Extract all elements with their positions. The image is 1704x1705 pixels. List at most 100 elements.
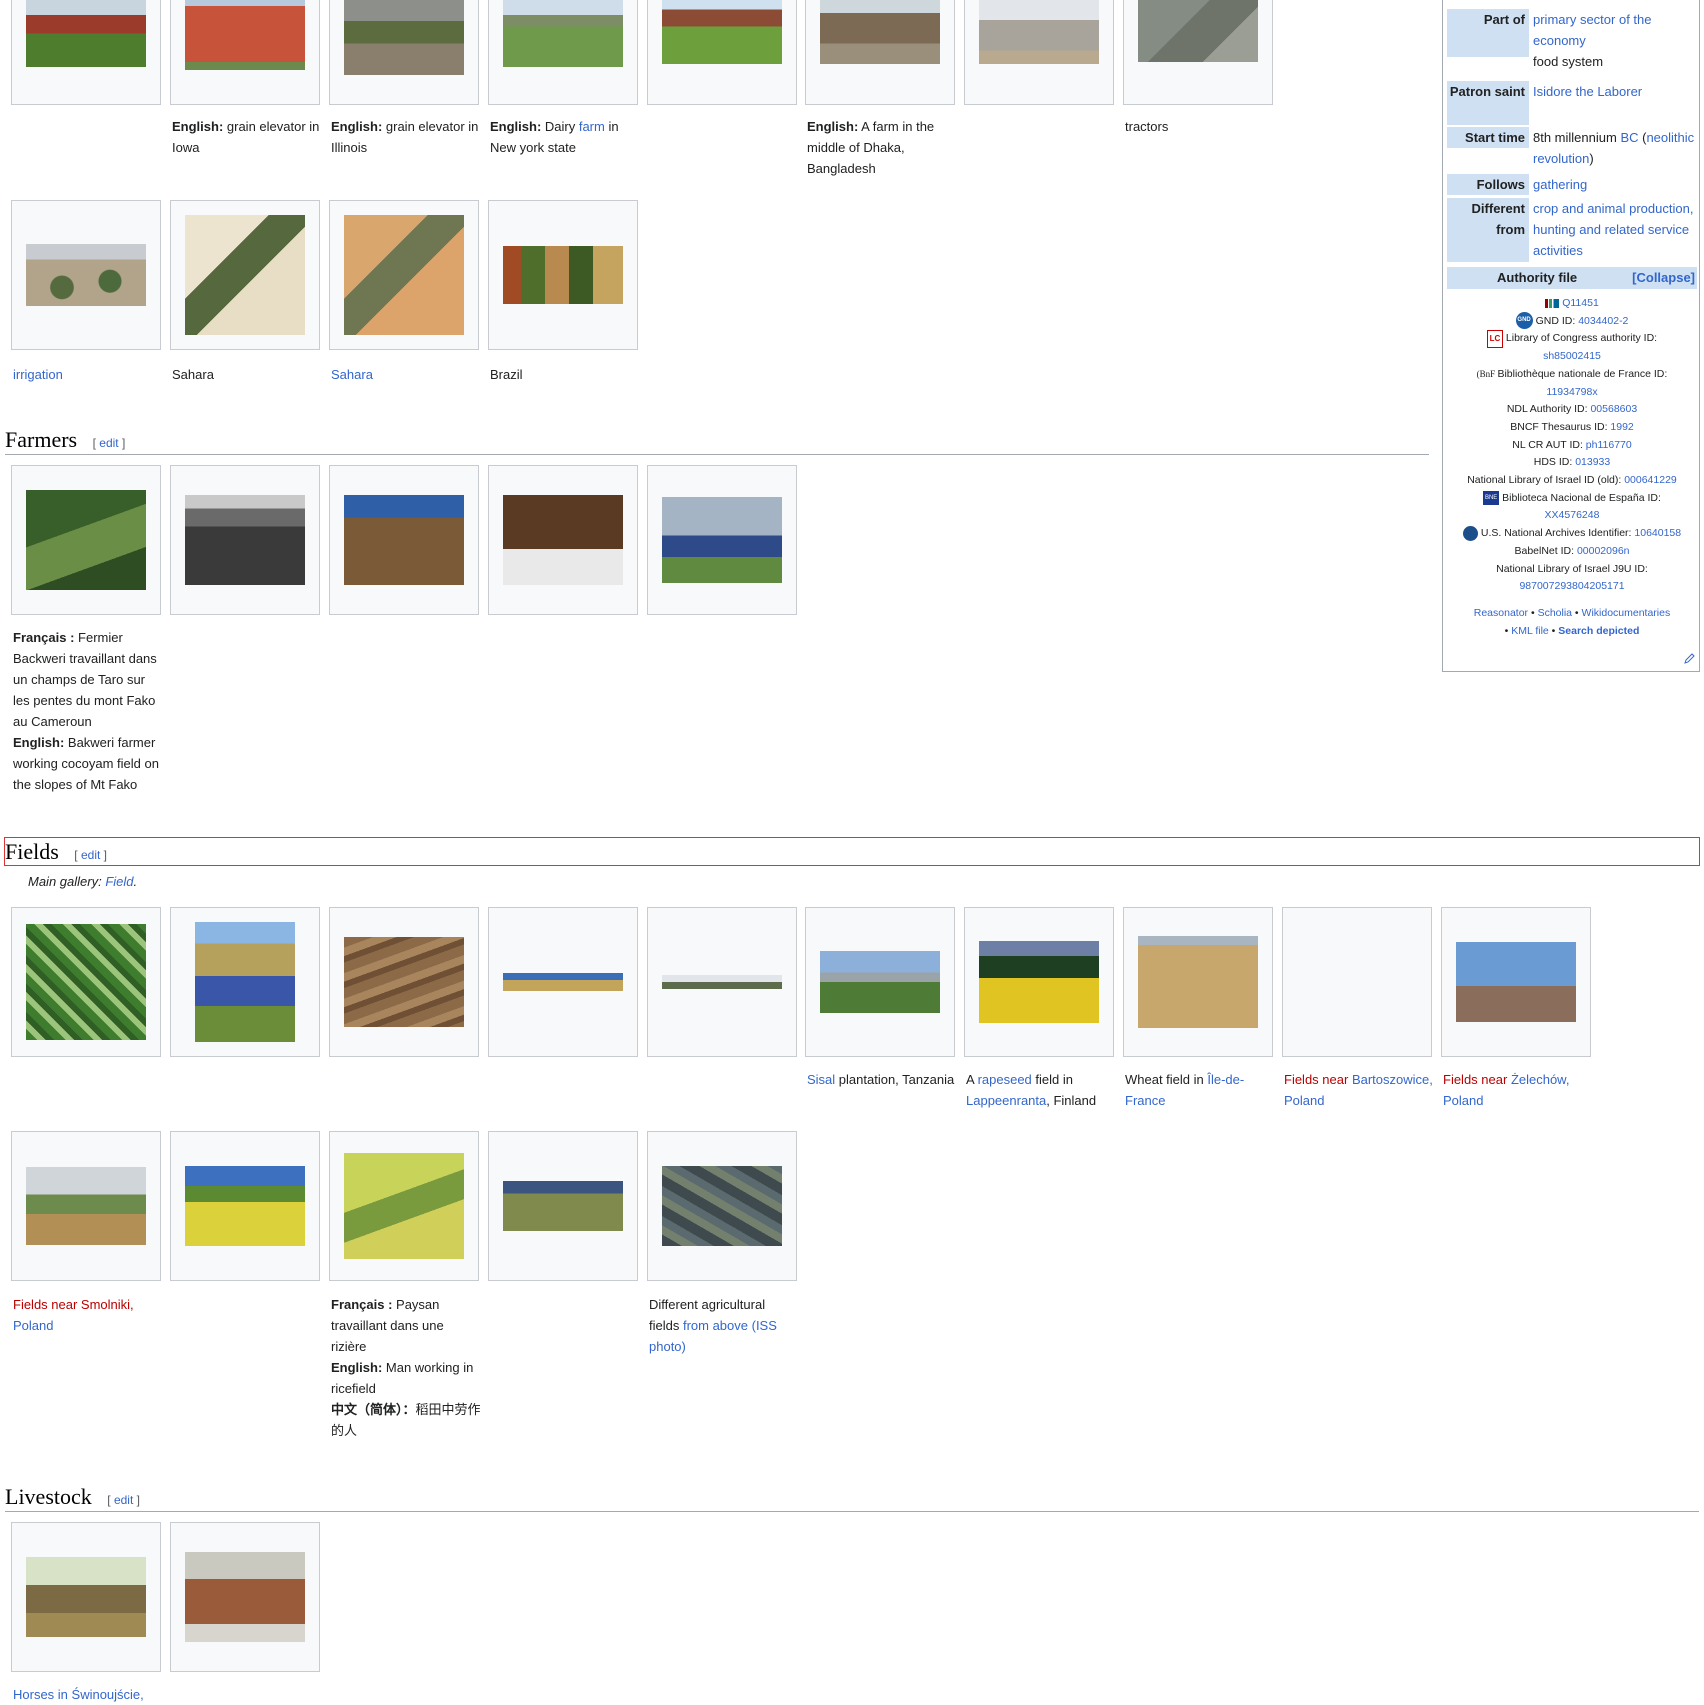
caption-link[interactable]: Fields near	[1443, 1072, 1507, 1087]
authority-link[interactable]: ph116770	[1586, 439, 1632, 451]
img-hay-bales[interactable]	[503, 1181, 623, 1231]
img-zelechow[interactable]	[1456, 942, 1576, 1022]
authority-link[interactable]: Q11451	[1562, 297, 1599, 309]
authority-link[interactable]: Search depicted	[1558, 625, 1639, 637]
img-goat[interactable]	[185, 1552, 305, 1642]
img-child-seeds[interactable]	[503, 495, 623, 585]
infobox-link[interactable]: crop and animal production, hunting and …	[1533, 201, 1693, 258]
authority-link[interactable]: 10640158	[1634, 527, 1681, 539]
caption-link[interactable]: Fields near	[1284, 1072, 1348, 1087]
img-grain-elevator-iowa[interactable]	[185, 0, 305, 70]
img-sahara-2[interactable]	[344, 215, 464, 335]
img-iss-fields[interactable]	[662, 1166, 782, 1246]
pencil-icon[interactable]	[1683, 653, 1695, 665]
authority-link[interactable]: 013933	[1575, 456, 1610, 468]
img-smolniki[interactable]	[26, 1167, 146, 1245]
caption-link[interactable]: Poland	[13, 1318, 53, 1333]
gallery-thumbnail[interactable]	[647, 907, 797, 1057]
gallery-thumbnail[interactable]	[647, 1131, 797, 1281]
gallery-thumbnail[interactable]	[488, 465, 638, 615]
authority-link[interactable]: 00002096n	[1577, 545, 1630, 557]
img-horses[interactable]	[26, 1557, 146, 1637]
caption-link[interactable]: Île-de-France	[1125, 1072, 1244, 1108]
img-farmhouse[interactable]	[662, 0, 782, 64]
gallery-thumbnail[interactable]	[170, 0, 320, 105]
img-panorama-1[interactable]	[503, 973, 623, 991]
gallery-thumbnail[interactable]	[1123, 907, 1273, 1057]
edit-link[interactable]: [ edit ]	[107, 1493, 140, 1507]
gallery-thumbnail[interactable]	[964, 0, 1114, 105]
gallery-thumbnail[interactable]	[329, 907, 479, 1057]
authority-link[interactable]: 000641229	[1624, 474, 1677, 486]
gallery-thumbnail[interactable]	[329, 465, 479, 615]
authority-link[interactable]: 11934798x	[1546, 386, 1597, 398]
img-flower-field[interactable]	[195, 922, 295, 1042]
img-plowed-field[interactable]	[185, 495, 305, 585]
img-grain-elevator-illinois[interactable]	[344, 0, 464, 75]
gallery-thumbnail[interactable]	[488, 1131, 638, 1281]
gallery-thumbnail[interactable]	[964, 907, 1114, 1057]
caption-link[interactable]: from above (ISS photo)	[649, 1318, 777, 1354]
gallery-thumbnail[interactable]	[805, 0, 955, 105]
caption-link[interactable]: Sisal	[807, 1072, 835, 1087]
gallery-thumbnail[interactable]	[170, 1522, 320, 1672]
infobox-link[interactable]: gathering	[1533, 177, 1587, 192]
authority-link[interactable]: Wikidocumentaries	[1582, 607, 1671, 619]
infobox-link[interactable]: neolithic revolution	[1533, 130, 1694, 166]
infobox-link[interactable]: BC	[1620, 130, 1638, 145]
gallery-thumbnail[interactable]	[1441, 907, 1591, 1057]
collapse-button[interactable]: [Collapse]	[1632, 267, 1695, 289]
img-panorama-2[interactable]	[662, 975, 782, 989]
infobox-link[interactable]: Isidore the Laborer	[1533, 84, 1642, 99]
gallery-thumbnail[interactable]	[11, 200, 161, 350]
authority-link[interactable]: 1992	[1610, 421, 1633, 433]
gallery-thumbnail[interactable]	[1123, 0, 1273, 105]
caption-link[interactable]: Fields near Smolniki,	[13, 1297, 134, 1312]
gallery-thumbnail[interactable]	[1282, 907, 1432, 1057]
img-bartoszowice[interactable]	[1297, 937, 1417, 1027]
caption-link[interactable]: Horses in Świnoujście,	[13, 1687, 144, 1702]
img-bakweri-farmer[interactable]	[26, 490, 146, 590]
img-irrigation[interactable]	[26, 244, 146, 306]
edit-link[interactable]: [ edit ]	[93, 436, 126, 450]
img-smiling-farmer[interactable]	[344, 495, 464, 585]
authority-link[interactable]: 4034402-2	[1578, 315, 1628, 327]
gallery-thumbnail[interactable]	[805, 907, 955, 1057]
gallery-thumbnail[interactable]	[170, 1131, 320, 1281]
gallery-thumbnail[interactable]	[11, 1522, 161, 1672]
gallery-thumbnail[interactable]	[11, 907, 161, 1057]
img-dairy-farm[interactable]	[503, 0, 623, 67]
authority-link[interactable]: sh85002415	[1543, 350, 1601, 362]
img-rapeseed[interactable]	[979, 941, 1099, 1023]
img-sisal[interactable]	[820, 951, 940, 1013]
authority-link[interactable]: XX4576248	[1545, 509, 1600, 521]
gallery-thumbnail[interactable]	[11, 0, 161, 105]
caption-link[interactable]: Sahara	[331, 367, 373, 382]
gallery-thumbnail[interactable]	[170, 200, 320, 350]
main-gallery-link[interactable]: Field	[105, 874, 133, 889]
img-tractors[interactable]	[1138, 0, 1258, 62]
gallery-thumbnail[interactable]	[329, 200, 479, 350]
authority-link[interactable]: Reasonator	[1474, 607, 1528, 619]
caption-link[interactable]: farm	[579, 119, 605, 134]
caption-link[interactable]: rapeseed	[978, 1072, 1032, 1087]
authority-link[interactable]: 987007293804205171	[1519, 580, 1624, 592]
edit-link[interactable]: [ edit ]	[74, 848, 107, 862]
img-wheat[interactable]	[1138, 936, 1258, 1028]
gallery-thumbnail[interactable]	[647, 465, 797, 615]
gallery-thumbnail[interactable]	[647, 0, 797, 105]
gallery-thumbnail[interactable]	[488, 907, 638, 1057]
gallery-thumbnail[interactable]	[11, 465, 161, 615]
img-brazil[interactable]	[503, 246, 623, 304]
authority-link[interactable]: KML file	[1511, 625, 1549, 637]
img-sahara-1[interactable]	[185, 215, 305, 335]
caption-link[interactable]: irrigation	[13, 367, 63, 382]
gallery-thumbnail[interactable]	[329, 0, 479, 105]
gallery-thumbnail[interactable]	[488, 200, 638, 350]
gallery-thumbnail[interactable]	[488, 0, 638, 105]
gallery-thumbnail[interactable]	[11, 1131, 161, 1281]
img-dhaka-farm[interactable]	[820, 0, 940, 64]
caption-link[interactable]: Lappeenranta	[966, 1093, 1046, 1108]
authority-link[interactable]: Scholia	[1538, 607, 1572, 619]
gallery-thumbnail[interactable]	[170, 907, 320, 1057]
